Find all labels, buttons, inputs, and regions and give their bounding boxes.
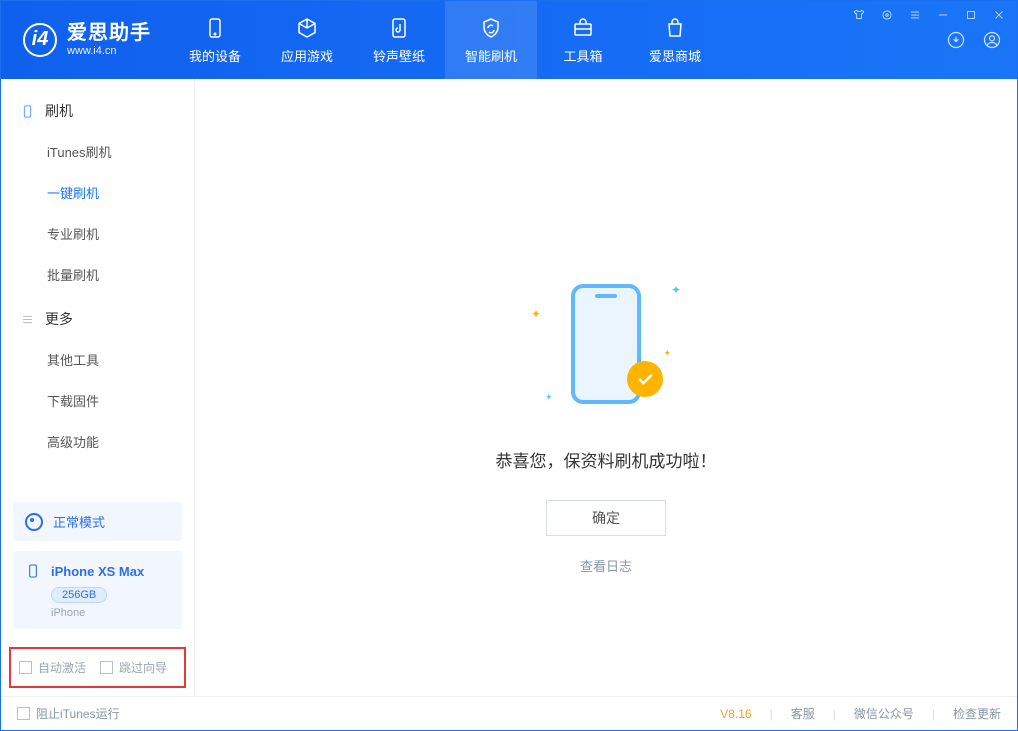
- sidebar-item-download-firmware[interactable]: 下载固件: [1, 380, 194, 421]
- phone-small-icon: [25, 561, 41, 581]
- nav-tabs: 我的设备 应用游戏 铃声壁纸 智能刷机 工具箱 爱思商城: [169, 1, 721, 79]
- options-highlight-box: 自动激活 跳过向导: [9, 647, 186, 688]
- tshirt-icon[interactable]: [851, 7, 867, 23]
- tab-ringtone-wallpaper[interactable]: 铃声壁纸: [353, 1, 445, 79]
- menu-icon[interactable]: [907, 7, 923, 23]
- view-log-link[interactable]: 查看日志: [580, 556, 632, 575]
- block-itunes-label: 阻止iTunes运行: [36, 705, 120, 722]
- footer-right: V8.16 | 客服 | 微信公众号 | 检查更新: [720, 705, 1001, 722]
- sidebar-section-label: 更多: [45, 309, 73, 329]
- sidebar: 刷机 iTunes刷机 一键刷机 专业刷机 批量刷机 更多 其他工具 下载固件 …: [1, 79, 195, 696]
- skip-wizard-checkbox[interactable]: 跳过向导: [100, 659, 167, 676]
- footer-link-support[interactable]: 客服: [791, 705, 815, 722]
- version-label: V8.16: [720, 707, 751, 721]
- sparkle-icon: ✦: [545, 392, 553, 403]
- list-icon: [19, 311, 35, 327]
- sidebar-item-batch-flash[interactable]: 批量刷机: [1, 254, 194, 295]
- checkbox-icon: [100, 661, 113, 674]
- ok-button[interactable]: 确定: [546, 500, 666, 536]
- footer-link-wechat[interactable]: 微信公众号: [854, 705, 914, 722]
- skip-wizard-label: 跳过向导: [119, 659, 167, 676]
- tab-label: 应用游戏: [281, 46, 333, 65]
- success-check-icon: [627, 361, 663, 397]
- window-controls: [851, 7, 1007, 23]
- tab-smart-flash[interactable]: 智能刷机: [445, 1, 537, 79]
- tab-label: 智能刷机: [465, 46, 517, 65]
- tab-label: 爱思商城: [649, 46, 701, 65]
- device-mode-card[interactable]: 正常模式: [13, 502, 182, 541]
- tab-label: 铃声壁纸: [373, 46, 425, 65]
- tab-label: 我的设备: [189, 46, 241, 65]
- sidebar-section-more: 更多: [1, 295, 194, 339]
- auto-activate-checkbox[interactable]: 自动激活: [19, 659, 86, 676]
- music-file-icon: [386, 15, 412, 41]
- footer-link-update[interactable]: 检查更新: [953, 705, 1001, 722]
- device-icon: [19, 103, 35, 119]
- sidebar-item-oneclick-flash[interactable]: 一键刷机: [1, 172, 194, 213]
- app-window: i4 爱思助手 www.i4.cn 我的设备 应用游戏 铃声壁纸 智能刷机: [0, 0, 1018, 731]
- mode-icon: [25, 513, 43, 531]
- tab-my-device[interactable]: 我的设备: [169, 1, 261, 79]
- device-name: iPhone XS Max: [51, 564, 144, 579]
- logo-icon: i4: [23, 23, 57, 57]
- sidebar-section-flash: 刷机: [1, 87, 194, 131]
- cube-icon: [294, 15, 320, 41]
- checkbox-icon: [17, 707, 30, 720]
- tab-label: 工具箱: [563, 46, 602, 65]
- sparkle-icon: ✦: [671, 283, 681, 297]
- main-content: ✦ ✦ ✦ ✦ 恭喜您，保资料刷机成功啦！ 确定 查看日志: [195, 79, 1017, 696]
- sidebar-item-itunes-flash[interactable]: iTunes刷机: [1, 131, 194, 172]
- sidebar-item-pro-flash[interactable]: 专业刷机: [1, 213, 194, 254]
- tab-store[interactable]: 爱思商城: [629, 1, 721, 79]
- header: i4 爱思助手 www.i4.cn 我的设备 应用游戏 铃声壁纸 智能刷机: [1, 1, 1017, 79]
- gear-icon[interactable]: [879, 7, 895, 23]
- sidebar-section-label: 刷机: [45, 101, 73, 121]
- device-capacity: 256GB: [51, 587, 107, 603]
- device-mode-label: 正常模式: [53, 512, 105, 531]
- body: 刷机 iTunes刷机 一键刷机 专业刷机 批量刷机 更多 其他工具 下载固件 …: [1, 79, 1017, 696]
- user-icon[interactable]: [981, 29, 1003, 51]
- app-subtitle: www.i4.cn: [67, 45, 151, 58]
- success-message: 恭喜您，保资料刷机成功啦！: [496, 447, 717, 472]
- success-illustration: ✦ ✦ ✦ ✦: [531, 269, 681, 419]
- block-itunes-checkbox[interactable]: 阻止iTunes运行: [17, 705, 120, 722]
- tab-apps-games[interactable]: 应用游戏: [261, 1, 353, 79]
- sparkle-icon: ✦: [663, 348, 671, 359]
- shield-refresh-icon: [478, 15, 504, 41]
- device-type: iPhone: [51, 607, 170, 619]
- header-right-icons: [945, 29, 1003, 51]
- sparkle-icon: ✦: [531, 307, 541, 321]
- tab-toolbox[interactable]: 工具箱: [537, 1, 629, 79]
- minimize-button[interactable]: [935, 7, 951, 23]
- sidebar-item-advanced[interactable]: 高级功能: [1, 421, 194, 462]
- checkbox-icon: [19, 661, 32, 674]
- download-icon[interactable]: [945, 29, 967, 51]
- maximize-button[interactable]: [963, 7, 979, 23]
- toolbox-icon: [570, 15, 596, 41]
- auto-activate-label: 自动激活: [38, 659, 86, 676]
- device-card[interactable]: iPhone XS Max 256GB iPhone: [13, 551, 182, 629]
- close-button[interactable]: [991, 7, 1007, 23]
- sidebar-bottom: 正常模式 iPhone XS Max 256GB iPhone: [1, 490, 194, 641]
- sidebar-item-other-tools[interactable]: 其他工具: [1, 339, 194, 380]
- shopping-bag-icon: [662, 15, 688, 41]
- footer: 阻止iTunes运行 V8.16 | 客服 | 微信公众号 | 检查更新: [1, 696, 1017, 730]
- phone-icon: [202, 15, 228, 41]
- app-title: 爱思助手: [67, 22, 151, 45]
- logo: i4 爱思助手 www.i4.cn: [1, 22, 169, 58]
